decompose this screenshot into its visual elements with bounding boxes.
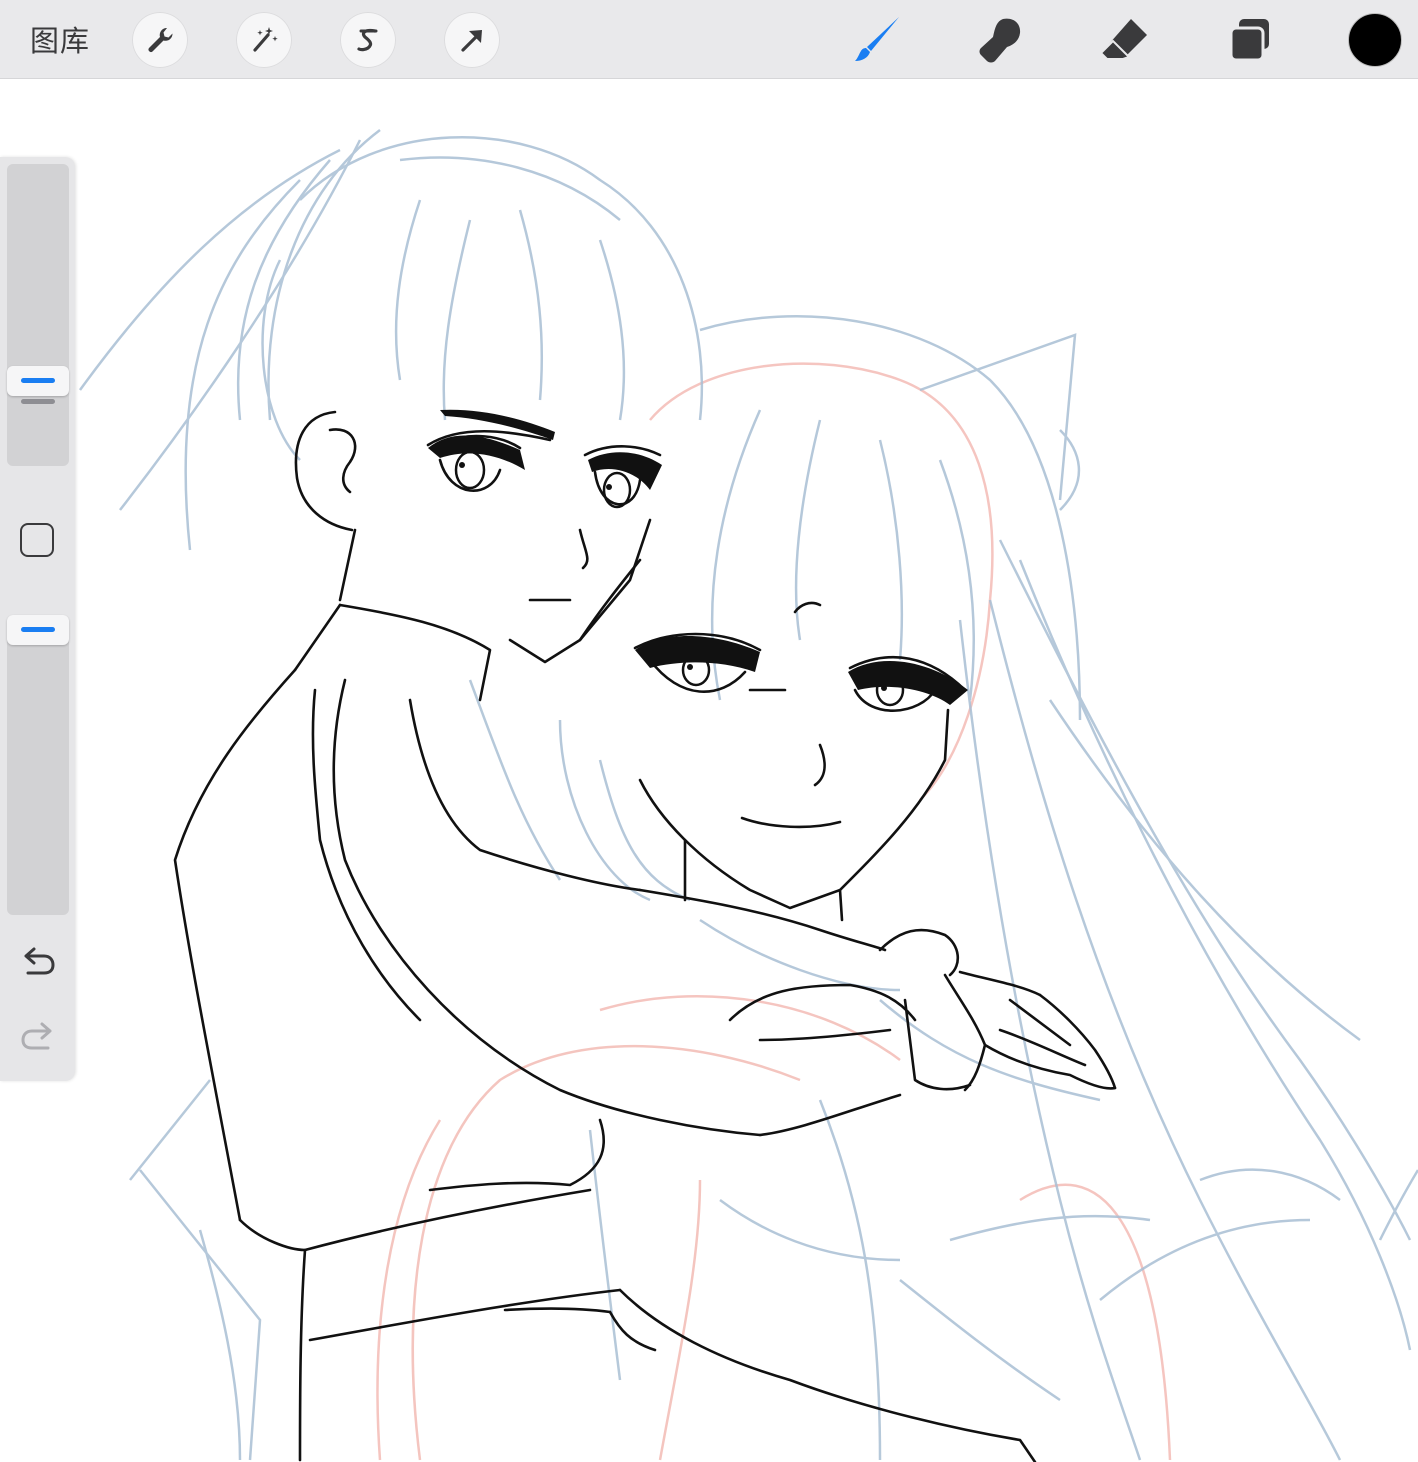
color-swatch[interactable] [1348,13,1402,67]
brush-size-marker [21,399,55,404]
brush-size-handle[interactable] [7,366,69,396]
actions-button[interactable] [132,12,188,68]
wrench-icon [148,27,173,53]
eraser-button[interactable] [1094,10,1154,70]
arrow-cursor-icon [461,30,482,52]
brush-size-slider[interactable] [7,164,69,466]
magic-wand-icon [253,27,278,52]
selection-button[interactable] [340,12,396,68]
smudge-button[interactable] [970,10,1030,70]
ink-lines [173,410,1117,1462]
gallery-button[interactable]: 图库 [30,18,90,60]
transform-button[interactable] [444,12,500,68]
redo-icon[interactable] [18,1017,58,1057]
opacity-handle[interactable] [7,615,69,645]
guide-lines [376,362,1172,1461]
procreate-app: 图库 [0,0,1418,1462]
modify-button[interactable] [20,523,54,557]
layers-icon [1229,19,1269,62]
brush-icon [855,17,899,61]
brush-size-indicator [21,378,55,383]
brush-button[interactable] [846,10,906,70]
smudge-finger-icon [979,18,1021,63]
adjustments-button[interactable] [236,12,292,68]
opacity-slider[interactable] [7,615,69,915]
sketch-lines [78,129,1418,1461]
eraser-icon [1099,19,1147,60]
undo-icon[interactable] [18,942,58,982]
drawing-canvas[interactable] [0,79,1418,1462]
line-art-sketch [78,129,1418,1462]
layers-button[interactable] [1220,10,1280,70]
eye-details [428,409,968,707]
opacity-indicator [21,627,55,632]
left-sidebar [0,157,75,1081]
selection-s-icon [357,28,378,52]
top-toolbar: 图库 [0,0,1418,79]
